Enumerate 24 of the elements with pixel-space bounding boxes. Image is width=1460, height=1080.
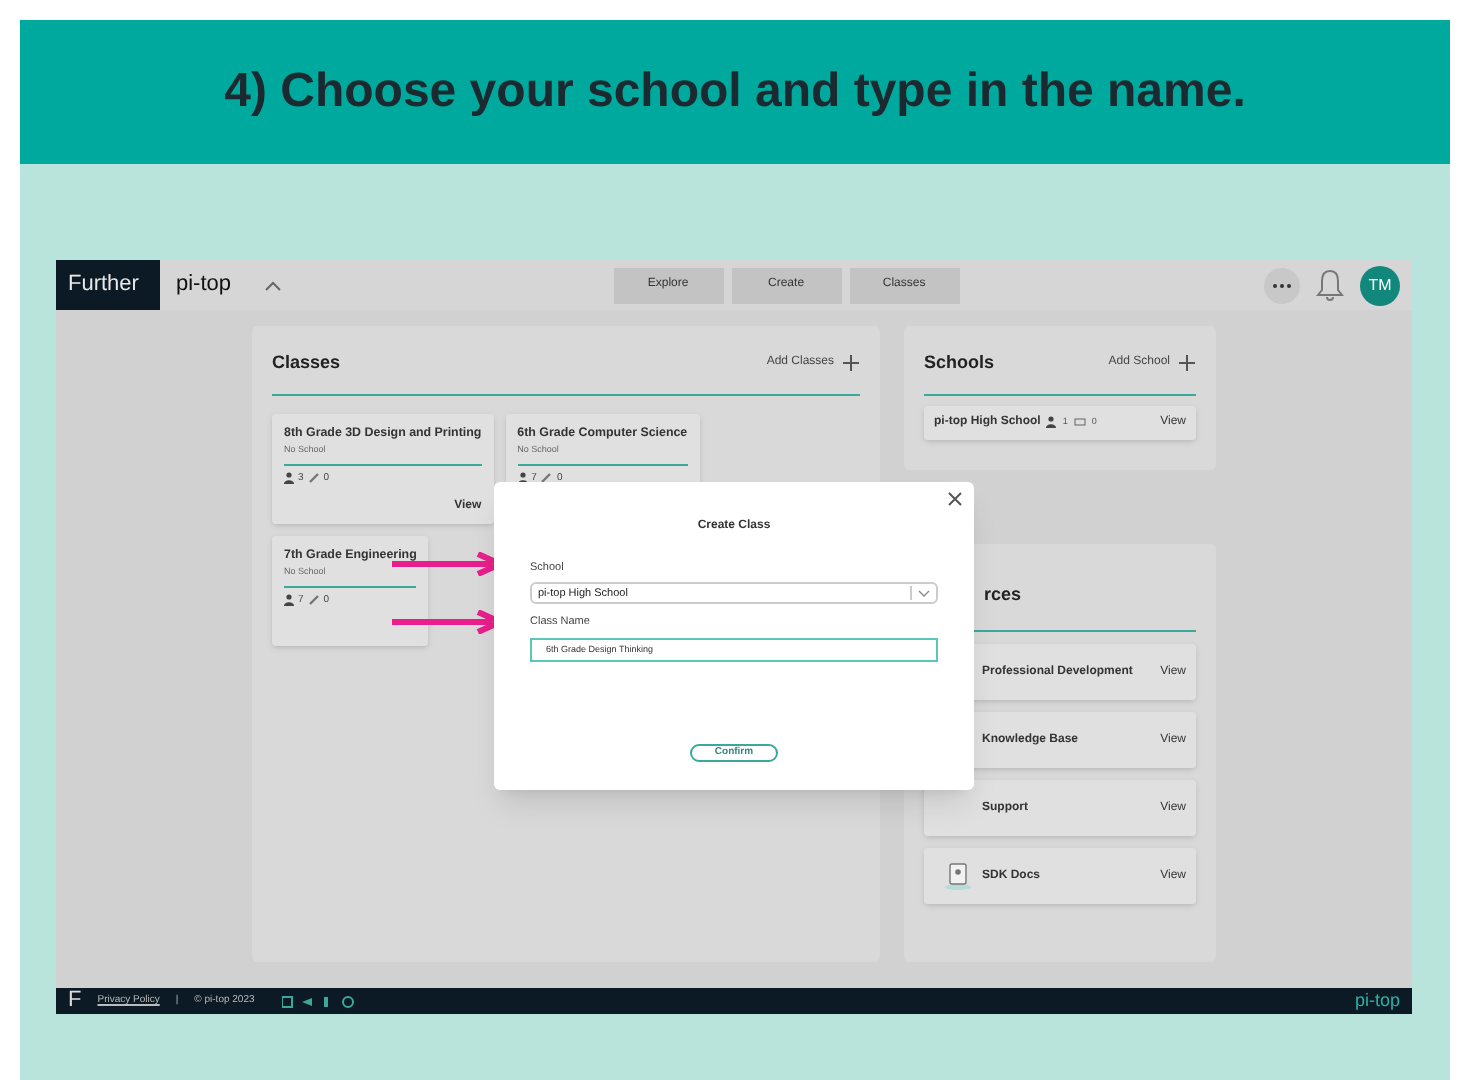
panel-title: rces — [984, 584, 1022, 604]
close-icon[interactable] — [948, 492, 962, 506]
panel-title: Classes — [272, 350, 341, 376]
organization-name: pi-top — [176, 270, 232, 301]
chevron-down-icon — [918, 589, 930, 598]
document-icon — [944, 862, 972, 890]
brand-logo[interactable]: Further — [56, 260, 160, 310]
more-options-icon[interactable] — [1264, 267, 1300, 303]
class-icon — [1073, 418, 1086, 426]
footer-logo: F — [68, 990, 82, 1012]
social-icons-drawing[interactable] — [282, 995, 355, 1007]
footer-brand: pi-top — [1354, 987, 1400, 1014]
plus-icon[interactable] — [842, 354, 860, 373]
notification-bell-icon[interactable] — [1316, 268, 1344, 302]
plus-icon[interactable] — [1178, 354, 1196, 373]
pencil-icon — [307, 472, 320, 485]
user-avatar[interactable]: TM — [1360, 265, 1400, 305]
person-icon — [1046, 416, 1057, 428]
person-icon — [284, 594, 294, 607]
person-icon — [284, 472, 294, 485]
slide-title: 4) Choose your school and type in the name. — [224, 62, 1246, 122]
pencil-icon — [307, 594, 320, 607]
chevron-up-icon[interactable] — [263, 279, 282, 291]
panel-title: Schools — [924, 350, 995, 376]
